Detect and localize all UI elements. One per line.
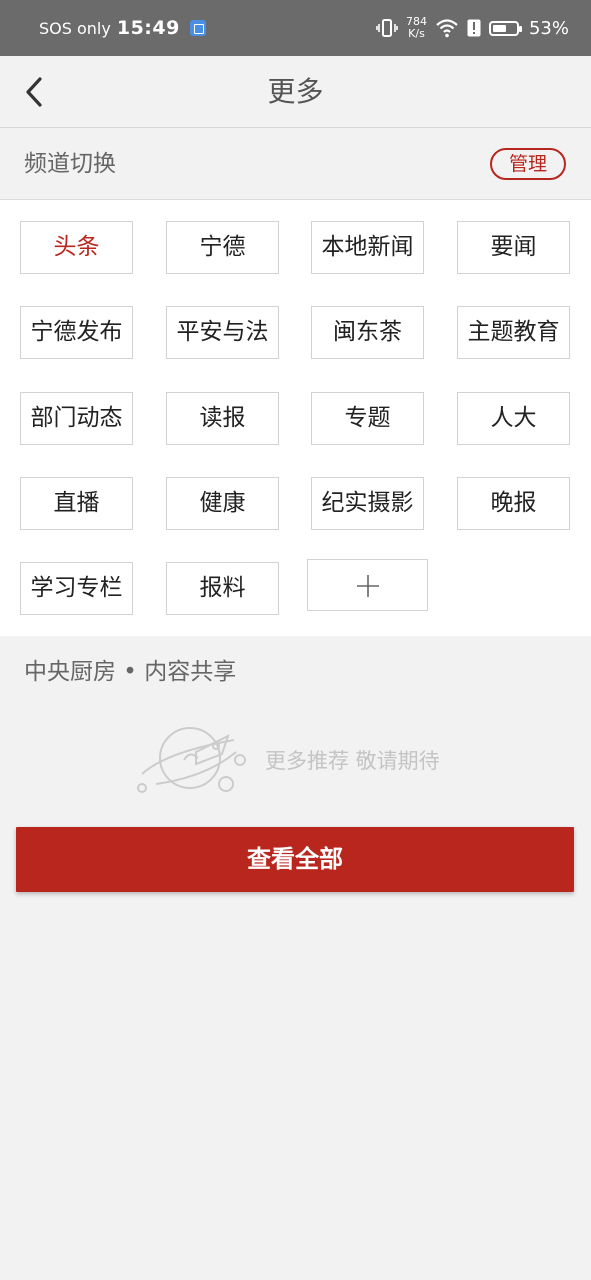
kitchen-section-title: 中央厨房 • 内容共享 <box>24 659 237 685</box>
clock: 15:49 <box>116 17 180 39</box>
channel-chip[interactable]: 报料 <box>166 562 279 615</box>
channel-chip[interactable]: 宁德发布 <box>20 306 133 359</box>
sos-label: SOS only <box>39 18 111 38</box>
channel-chip[interactable]: 要闻 <box>457 221 570 274</box>
status-left: SOS only 15:49 <box>39 17 206 39</box>
speed-unit: K/s <box>408 27 425 40</box>
translate-app-icon <box>189 20 206 36</box>
channel-chip[interactable]: 学习专栏 <box>20 562 133 615</box>
channel-chip[interactable]: 本地新闻 <box>311 221 424 274</box>
channel-chip[interactable]: 主题教育 <box>457 306 570 359</box>
plus-icon <box>357 575 379 597</box>
channel-chip[interactable]: 晚报 <box>457 477 570 530</box>
status-right: 784 K/s 53% <box>376 16 569 40</box>
view-all-button[interactable]: 查看全部 <box>16 827 574 892</box>
channel-chip[interactable]: 纪实摄影 <box>311 477 424 530</box>
wifi-icon <box>436 19 458 38</box>
vibrate-icon <box>376 19 398 37</box>
rocket-planet-icon <box>137 727 246 793</box>
battery-percent: 53% <box>528 17 569 39</box>
channel-switch-header: 频道切换 管理 <box>0 128 591 200</box>
channel-chip[interactable]: 头条 <box>20 221 133 274</box>
channel-grid: 头条 宁德 本地新闻 要闻宁德发布 平安与法 闽东茶 主题教育部门动态 读报 专题 人大直播 健康纪… <box>0 200 591 636</box>
battery-icon <box>488 20 522 36</box>
channel-chip[interactable]: 专题 <box>311 392 424 445</box>
add-channel-button[interactable] <box>307 559 428 611</box>
channel-chip[interactable]: 闽东茶 <box>311 306 424 359</box>
channel-chip[interactable]: 宁德 <box>166 221 279 274</box>
channel-chip[interactable]: 部门动态 <box>20 392 133 445</box>
channel-chip[interactable]: 人大 <box>457 392 570 445</box>
top-header: 更多 <box>0 56 591 128</box>
channel-chip[interactable]: 直播 <box>20 477 133 530</box>
channel-chip[interactable]: 健康 <box>166 477 279 530</box>
channel-chip[interactable]: 平安与法 <box>166 306 279 359</box>
channel-chip[interactable]: 读报 <box>166 392 279 445</box>
empty-state-text: 更多推荐 敬请期待 <box>265 749 440 773</box>
status-bar: SOS only 15:49 784 K/s 53% <box>0 0 591 56</box>
manage-button[interactable]: 管理 <box>490 148 566 180</box>
alert-icon <box>467 19 481 37</box>
channel-switch-title: 频道切换 <box>24 151 116 177</box>
page-title: 更多 <box>267 75 324 108</box>
network-speed: 784 K/s <box>406 16 427 40</box>
